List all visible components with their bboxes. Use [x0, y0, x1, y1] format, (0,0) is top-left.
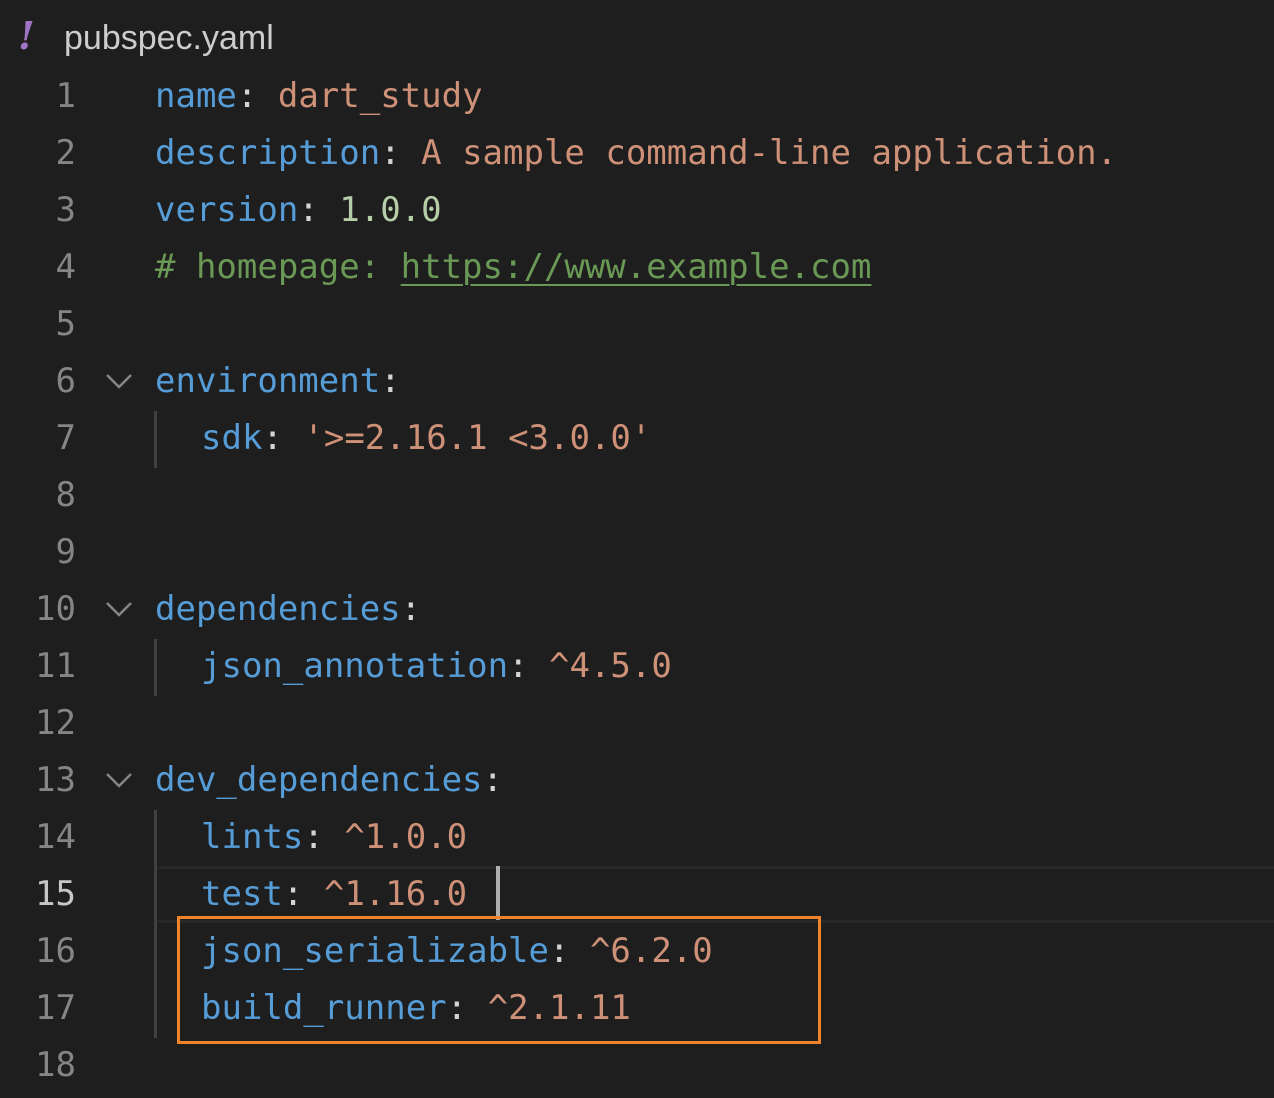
yaml-separator: : [282, 874, 324, 914]
line-number: 7 [55, 418, 76, 458]
file-header: ! pubspec.yaml [0, 0, 1274, 68]
chevron-down-icon[interactable] [104, 764, 134, 794]
line-number: 4 [55, 247, 76, 287]
highlight-box [177, 916, 821, 1044]
line-number: 16 [35, 931, 76, 971]
line-number: 5 [55, 304, 76, 344]
code-line[interactable]: 6 environment: [0, 353, 1274, 410]
yaml-key: dependencies [155, 589, 401, 629]
line-content[interactable]: environment: [155, 353, 401, 410]
yaml-separator: : [508, 646, 549, 686]
yaml-key: json_annotation [201, 646, 509, 686]
line-content[interactable]: json_annotation: ^4.5.0 [201, 638, 672, 695]
line-content[interactable]: sdk: '>=2.16.1 <3.0.0' [201, 410, 651, 467]
line-number: 15 [35, 874, 76, 914]
line-number: 18 [35, 1045, 76, 1085]
yaml-value: '>=2.16.1 <3.0.0' [303, 418, 652, 458]
yaml-separator: : [482, 760, 503, 800]
yaml-separator: : [400, 589, 422, 629]
line-number: 6 [55, 361, 76, 401]
comment-link[interactable]: https://www.example.com [401, 247, 872, 287]
yaml-key: name [155, 76, 237, 116]
line-number: 8 [55, 475, 76, 515]
yaml-separator: : [303, 817, 345, 857]
line-number: 17 [35, 988, 76, 1028]
code-line[interactable]: 4 # homepage: https://www.example.com [0, 239, 1274, 296]
yaml-value: A sample command-line application. [421, 133, 1118, 173]
indent-guide [154, 810, 157, 1038]
yaml-separator: : [380, 361, 401, 401]
line-number: 9 [55, 532, 76, 572]
code-line[interactable]: 11 json_annotation: ^4.5.0 [0, 638, 1274, 695]
line-content[interactable]: description: A sample command-line appli… [155, 125, 1117, 182]
code-line[interactable]: 8 [0, 467, 1274, 524]
chevron-down-icon[interactable] [104, 365, 134, 395]
yaml-separator: : [298, 190, 340, 230]
yaml-key: test [201, 874, 283, 914]
line-content[interactable]: name: dart_study [155, 68, 483, 125]
code-line[interactable]: 5 [0, 296, 1274, 353]
yaml-key: version [155, 190, 299, 230]
yaml-key: lints [201, 817, 304, 857]
yaml-value: ^1.0.0 [344, 817, 468, 857]
code-line[interactable]: 7 sdk: '>=2.16.1 <3.0.0' [0, 410, 1274, 467]
yaml-key: sdk [201, 418, 263, 458]
yaml-value: dart_study [277, 76, 483, 116]
yaml-key: description [155, 133, 381, 173]
line-number: 11 [35, 646, 76, 686]
line-content[interactable]: test: ^1.16.0 [201, 866, 467, 923]
line-content[interactable]: lints: ^1.0.0 [201, 809, 467, 866]
line-content[interactable]: version: 1.0.0 [155, 182, 442, 239]
code-line[interactable]: 13 dev_dependencies: [0, 752, 1274, 809]
chevron-down-icon[interactable] [104, 593, 134, 623]
yaml-comment: # homepage: [155, 247, 401, 287]
yaml-file-icon: ! [18, 13, 35, 58]
yaml-value: ^1.16.0 [323, 874, 468, 914]
yaml-value: ^4.5.0 [549, 646, 672, 686]
yaml-separator: : [380, 133, 422, 173]
code-line[interactable]: 12 [0, 695, 1274, 752]
code-line[interactable]: 3 version: 1.0.0 [0, 182, 1274, 239]
code-line[interactable]: 18 [0, 1037, 1274, 1094]
indent-guide [154, 411, 157, 468]
yaml-key: environment [155, 361, 381, 401]
line-number: 10 [35, 589, 76, 629]
line-number: 1 [55, 76, 76, 116]
text-cursor [496, 866, 500, 920]
code-editor[interactable]: ! pubspec.yaml 1 name: dart_study 2 desc… [0, 0, 1274, 1098]
line-content[interactable]: dependencies: [155, 581, 421, 638]
line-content[interactable]: dev_dependencies: [155, 752, 503, 809]
code-line[interactable]: 9 [0, 524, 1274, 581]
yaml-separator: : [236, 76, 278, 116]
yaml-value: 1.0.0 [339, 190, 442, 230]
yaml-key: dev_dependencies [155, 760, 483, 800]
code-line[interactable]: 10 dependencies: [0, 581, 1274, 638]
line-number: 3 [55, 190, 76, 230]
indent-guide [154, 639, 157, 696]
line-content[interactable]: # homepage: https://www.example.com [155, 239, 871, 296]
code-line[interactable]: 1 name: dart_study [0, 68, 1274, 125]
yaml-separator: : [262, 418, 304, 458]
code-line-current[interactable]: 15 test: ^1.16.0 [0, 866, 1274, 923]
line-number: 2 [55, 133, 76, 173]
line-number: 12 [35, 703, 76, 743]
file-name[interactable]: pubspec.yaml [64, 16, 274, 60]
line-number: 14 [35, 817, 76, 857]
line-number: 13 [35, 760, 76, 800]
code-line[interactable]: 14 lints: ^1.0.0 [0, 809, 1274, 866]
code-line[interactable]: 2 description: A sample command-line app… [0, 125, 1274, 182]
